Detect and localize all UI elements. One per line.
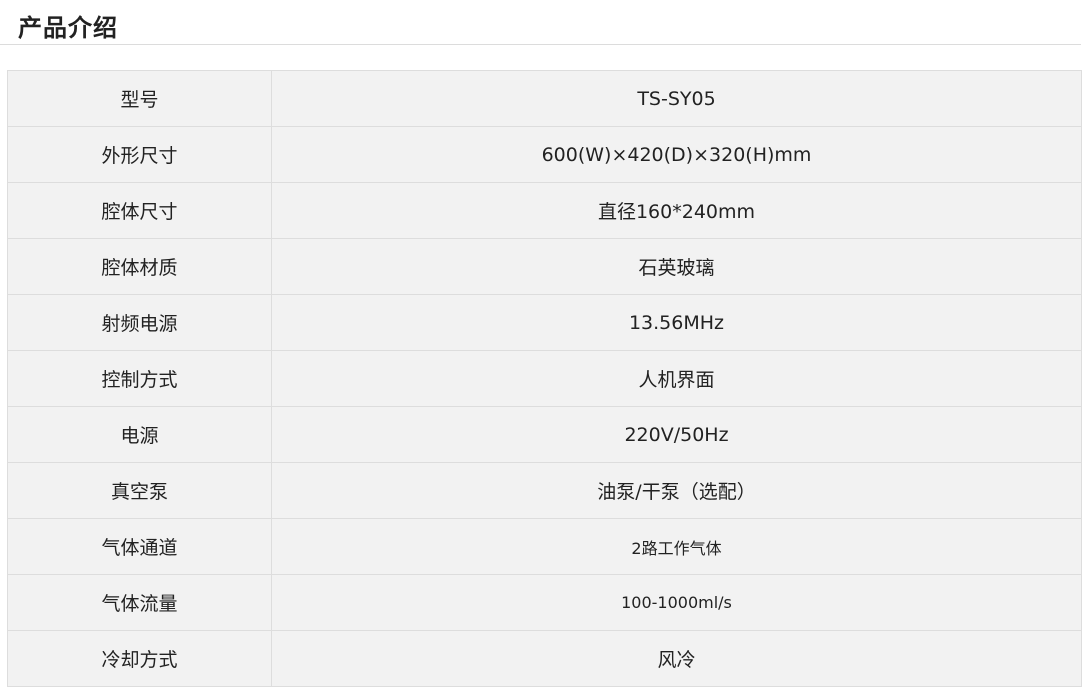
spec-label: 射频电源 (7, 294, 272, 351)
spec-value: 油泵/干泵（选配） (271, 462, 1082, 519)
spec-label: 腔体尺寸 (7, 182, 272, 239)
spec-value: 220V/50Hz (271, 406, 1082, 463)
spec-label: 型号 (7, 70, 272, 127)
spec-label: 真空泵 (7, 462, 272, 519)
spec-value: 直径160*240mm (271, 182, 1082, 239)
spec-value: 石英玻璃 (271, 238, 1082, 295)
table-row: 控制方式 人机界面 (7, 350, 1082, 407)
spec-value: 风冷 (271, 630, 1082, 687)
spec-value: 100-1000ml/s (271, 574, 1082, 631)
table-row: 型号 TS-SY05 (7, 70, 1082, 127)
spec-value: 人机界面 (271, 350, 1082, 407)
table-row: 真空泵 油泵/干泵（选配） (7, 462, 1082, 519)
spec-label: 外形尺寸 (7, 126, 272, 183)
spec-value: TS-SY05 (271, 70, 1082, 127)
table-row: 气体流量 100-1000ml/s (7, 574, 1082, 631)
spec-label: 气体通道 (7, 518, 272, 575)
spec-value: 600(W)×420(D)×320(H)mm (271, 126, 1082, 183)
table-row: 电源 220V/50Hz (7, 406, 1082, 463)
spec-table: 型号 TS-SY05 外形尺寸 600(W)×420(D)×320(H)mm 腔… (7, 70, 1082, 687)
table-row: 冷却方式 风冷 (7, 630, 1082, 687)
spec-label: 气体流量 (7, 574, 272, 631)
table-row: 气体通道 2路工作气体 (7, 518, 1082, 575)
section-header: 产品介绍 (0, 0, 1081, 45)
spec-value: 13.56MHz (271, 294, 1082, 351)
table-row: 腔体材质 石英玻璃 (7, 238, 1082, 295)
page-title: 产品介绍 (18, 14, 118, 42)
table-row: 外形尺寸 600(W)×420(D)×320(H)mm (7, 126, 1082, 183)
spec-value: 2路工作气体 (271, 518, 1082, 575)
spec-label: 控制方式 (7, 350, 272, 407)
table-row: 腔体尺寸 直径160*240mm (7, 182, 1082, 239)
spec-label: 腔体材质 (7, 238, 272, 295)
table-row: 射频电源 13.56MHz (7, 294, 1082, 351)
spec-label: 冷却方式 (7, 630, 272, 687)
spec-label: 电源 (7, 406, 272, 463)
